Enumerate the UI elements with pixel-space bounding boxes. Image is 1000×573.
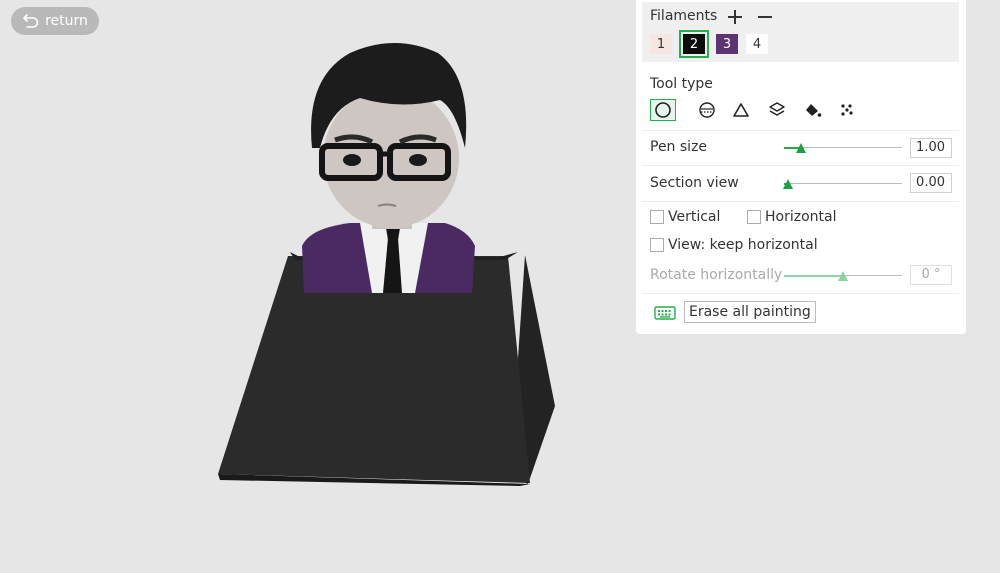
fill-bucket-tool-icon[interactable]: [800, 99, 826, 121]
section-view-slider-thumb[interactable]: [782, 179, 793, 189]
pen-size-label: Pen size: [650, 139, 708, 155]
keep-horizontal-checkbox[interactable]: View: keep horizontal: [650, 237, 818, 253]
erase-all-painting-button[interactable]: Erase all painting: [684, 301, 816, 323]
section-view-input[interactable]: 0.00: [910, 173, 952, 193]
horizontal-checkbox-box[interactable]: [747, 210, 761, 224]
rotate-horizontally-slider-thumb: [838, 271, 848, 281]
eye-left: [343, 154, 361, 166]
divider: [642, 293, 959, 294]
filament-swatch-3[interactable]: 3: [716, 34, 738, 54]
vertical-checkbox[interactable]: Vertical: [650, 209, 720, 225]
paint-panel: Filaments 1 2 3 4 Tool type Pen size 1.0…: [636, 0, 966, 334]
return-label: return: [45, 13, 88, 29]
filament-swatch-2[interactable]: 2: [679, 30, 709, 58]
height-range-tool-icon[interactable]: [764, 99, 790, 121]
filament-swatch-1[interactable]: 1: [650, 34, 672, 54]
pen-size-input[interactable]: 1.00: [910, 138, 952, 158]
keyboard-icon[interactable]: [654, 305, 676, 321]
keycap-bust-model[interactable]: [200, 38, 570, 493]
tie-knot: [386, 228, 400, 240]
add-filament-icon[interactable]: [726, 8, 744, 26]
circle-tool-icon[interactable]: [650, 99, 676, 121]
divider: [642, 130, 959, 131]
section-view-label: Section view: [650, 175, 739, 191]
undo-arrow-icon: [23, 14, 39, 28]
triangle-tool-icon[interactable]: [728, 99, 754, 121]
tool-type-title: Tool type: [650, 76, 713, 92]
vertical-checkbox-box[interactable]: [650, 210, 664, 224]
keep-horizontal-label: View: keep horizontal: [668, 237, 818, 253]
horizontal-label: Horizontal: [765, 209, 837, 225]
filament-swatch-4[interactable]: 4: [746, 34, 768, 54]
rotate-horizontally-input: 0 °: [910, 265, 952, 285]
pen-size-slider[interactable]: [784, 143, 902, 153]
remove-filament-icon[interactable]: [756, 8, 774, 26]
divider: [642, 201, 959, 202]
vertical-label: Vertical: [668, 209, 721, 225]
rotate-horizontally-slider: [784, 271, 902, 281]
rotate-horizontally-label: Rotate horizontally: [650, 267, 783, 283]
section-view-slider[interactable]: [782, 179, 902, 189]
eye-right: [409, 154, 427, 166]
return-button[interactable]: return: [11, 7, 99, 35]
gap-fill-tool-icon[interactable]: [834, 99, 860, 121]
keep-horizontal-checkbox-box[interactable]: [650, 238, 664, 252]
horizontal-checkbox[interactable]: Horizontal: [747, 209, 836, 225]
sphere-tool-icon[interactable]: [694, 99, 720, 121]
filaments-title: Filaments: [650, 8, 718, 24]
filaments-section: Filaments 1 2 3 4: [642, 2, 959, 62]
filament-swatches: 1 2 3 4: [650, 30, 768, 58]
divider: [642, 165, 959, 166]
pen-size-slider-thumb[interactable]: [795, 143, 806, 153]
